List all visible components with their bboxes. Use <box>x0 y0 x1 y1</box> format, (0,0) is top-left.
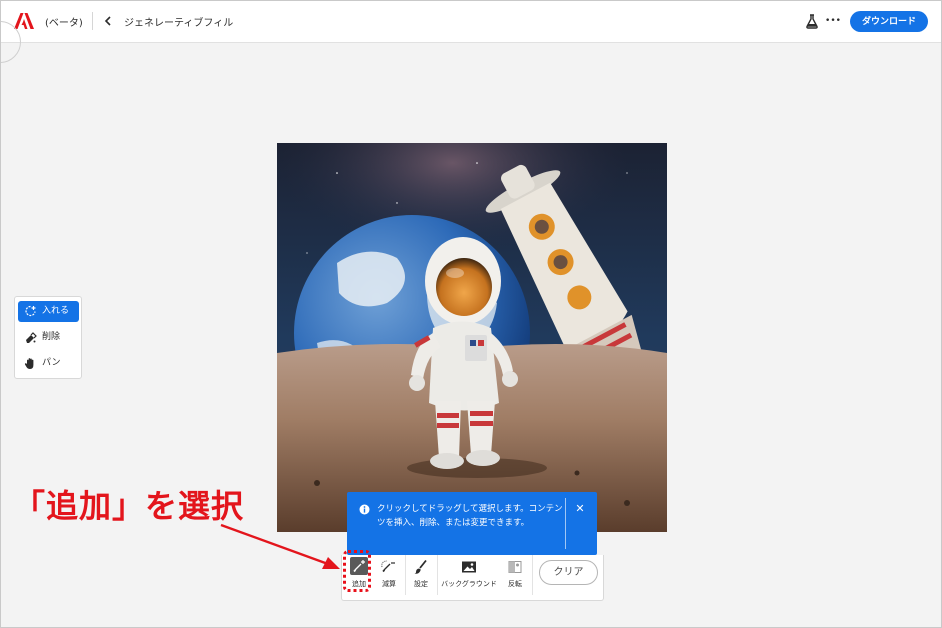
page-title: ジェネレーティブフィル <box>124 18 234 29</box>
info-icon <box>359 504 370 515</box>
annotation-arrow-icon <box>220 523 340 569</box>
invert-button[interactable]: 反転 <box>500 555 530 601</box>
settings-button[interactable]: 設定 <box>406 555 436 601</box>
background-button[interactable]: バックグラウンド <box>438 555 500 601</box>
selection-tooltip: クリックしてドラッグして選択します。コンテンツを挿入、削除、または変更できます。… <box>347 492 597 555</box>
hand-icon <box>24 358 34 369</box>
invert-selection-icon <box>508 561 522 573</box>
tool-remove-label: 削除 <box>42 332 61 342</box>
header-divider <box>92 12 93 30</box>
eraser-icon <box>26 332 37 343</box>
app-name: (ベータ) <box>45 18 83 29</box>
tool-panel: 入れる 削除 パン <box>14 296 82 379</box>
close-icon[interactable]: ✕ <box>573 502 587 516</box>
selection-toolbar: 追加 減算 設定 バックグラウンド 反転 クリア <box>341 555 604 601</box>
invert-label: 反転 <box>508 580 522 588</box>
background-label: バックグラウンド <box>441 580 497 588</box>
tooltip-divider <box>565 498 566 549</box>
lasso-subtract-icon <box>381 560 395 573</box>
tool-insert-label: 入れる <box>42 306 70 316</box>
toolbar-divider <box>532 555 533 595</box>
beta-flask-icon[interactable] <box>805 13 819 29</box>
adobe-logo-icon[interactable] <box>14 13 34 29</box>
tool-insert[interactable]: 入れる <box>18 301 79 322</box>
back-chevron-icon[interactable] <box>101 12 115 30</box>
tool-pan-label: パン <box>42 358 61 368</box>
canvas-image[interactable] <box>277 143 667 532</box>
image-icon <box>462 561 476 573</box>
subtract-label: 減算 <box>382 580 396 588</box>
brush-icon <box>414 559 427 574</box>
download-button[interactable]: ダウンロード <box>850 11 928 32</box>
tooltip-text: クリックしてドラッグして選択します。コンテンツを挿入、削除、または変更できます。 <box>377 504 563 528</box>
settings-label: 設定 <box>414 580 428 588</box>
annotation-text: 「追加」を選択 <box>13 487 245 525</box>
clear-button[interactable]: クリア <box>539 560 598 585</box>
subtract-button[interactable]: 減算 <box>374 555 404 601</box>
more-options-button[interactable]: ••• <box>825 13 841 29</box>
add-button-highlight <box>343 550 371 592</box>
tool-remove[interactable]: 削除 <box>18 327 79 348</box>
app-window: (ベータ) ジェネレーティブフィル ••• ダウンロード 入れる 削除 パン ク… <box>0 0 942 628</box>
tool-pan[interactable]: パン <box>18 353 79 374</box>
astronaut-illustration <box>277 143 667 532</box>
lasso-plus-icon <box>25 305 36 317</box>
top-bar: (ベータ) ジェネレーティブフィル ••• ダウンロード <box>1 1 941 43</box>
